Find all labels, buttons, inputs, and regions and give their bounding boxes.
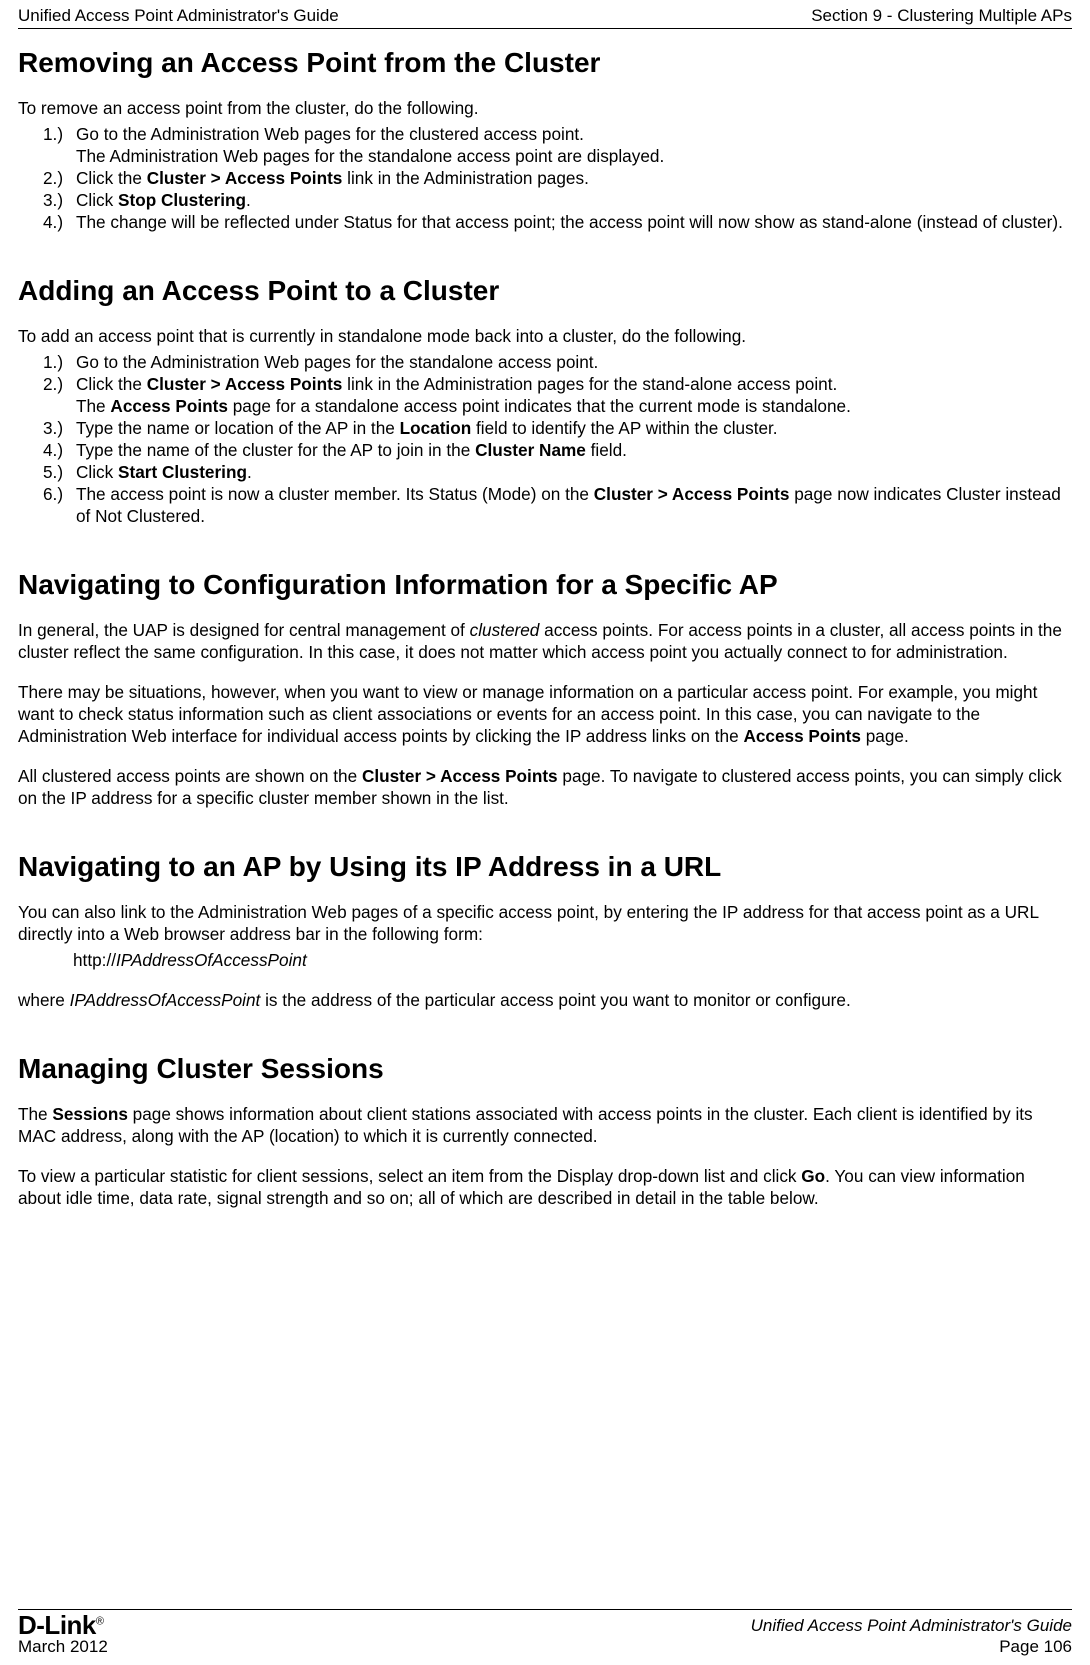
brand-logo: D-Link® [18, 1612, 108, 1638]
step-number: 3.) [43, 189, 76, 211]
navconfig-p3: All clustered access points are shown on… [18, 765, 1072, 809]
adding-step-2-cont: The Access Points page for a standalone … [18, 395, 1072, 417]
step-number: 6.) [43, 483, 76, 505]
step-text: field. [586, 440, 627, 460]
page-content: Removing an Access Point from the Cluste… [18, 29, 1072, 1609]
adding-step-5: 5.)Click Start Clustering. [18, 461, 1072, 483]
step-text: Click [76, 190, 118, 210]
step-bold: Location [400, 418, 472, 438]
removing-step-1: 1.)Go to the Administration Web pages fo… [18, 123, 1072, 145]
step-text: The [76, 396, 110, 416]
step-text: . [247, 462, 252, 482]
step-text: Click the [76, 374, 147, 394]
adding-step-1: 1.)Go to the Administration Web pages fo… [18, 351, 1072, 373]
removing-intro: To remove an access point from the clust… [18, 97, 1072, 119]
brand-text: D-Link [18, 1610, 96, 1640]
body-bold: Go [801, 1166, 825, 1186]
step-bold: Cluster > Access Points [147, 168, 343, 188]
body-text: All clustered access points are shown on… [18, 766, 362, 786]
removing-step-1-cont: The Administration Web pages for the sta… [18, 145, 1072, 167]
step-text: Type the name of the cluster for the AP … [76, 440, 475, 460]
footer-title: Unified Access Point Administrator's Gui… [751, 1615, 1072, 1636]
step-text: . [246, 190, 251, 210]
body-text: page shows information about client stat… [18, 1104, 1033, 1146]
heading-navconfig: Navigating to Configuration Information … [18, 569, 1072, 601]
step-number: 1.) [43, 351, 76, 373]
navip-p1: You can also link to the Administration … [18, 901, 1072, 945]
footer-date: March 2012 [18, 1638, 108, 1657]
url-prefix: http:// [73, 950, 116, 970]
header-right: Section 9 - Clustering Multiple APs [811, 6, 1072, 26]
footer-left: D-Link® March 2012 [18, 1612, 108, 1657]
body-text: is the address of the particular access … [260, 990, 850, 1010]
heading-removing: Removing an Access Point from the Cluste… [18, 47, 1072, 79]
step-text: link in the Administration pages for the… [342, 374, 837, 394]
adding-step-3: 3.)Type the name or location of the AP i… [18, 417, 1072, 439]
step-bold: Access Points [110, 396, 228, 416]
removing-step-4: 4.)The change will be reflected under St… [18, 211, 1072, 233]
sessions-p2: To view a particular statistic for clien… [18, 1165, 1072, 1209]
step-text: page for a standalone access point indic… [228, 396, 851, 416]
step-number: 1.) [43, 123, 76, 145]
step-number: 4.) [43, 439, 76, 461]
navip-p2: where IPAddressOfAccessPoint is the addr… [18, 989, 1072, 1011]
body-bold: Cluster > Access Points [362, 766, 558, 786]
step-number: 4.) [43, 211, 76, 233]
body-bold: Sessions [52, 1104, 127, 1124]
page-footer: D-Link® March 2012 Unified Access Point … [18, 1609, 1072, 1665]
step-number: 2.) [43, 373, 76, 395]
body-text: In general, the UAP is designed for cent… [18, 620, 470, 640]
body-text: The [18, 1104, 52, 1124]
navconfig-p2: There may be situations, however, when y… [18, 681, 1072, 747]
url-variable: IPAddressOfAccessPoint [116, 950, 307, 970]
adding-steps: 1.)Go to the Administration Web pages fo… [18, 351, 1072, 527]
step-text: The change will be reflected under Statu… [76, 212, 1063, 232]
body-text: page. [861, 726, 909, 746]
removing-step-3: 3.)Click Stop Clustering. [18, 189, 1072, 211]
body-text: where [18, 990, 70, 1010]
step-bold: Start Clustering [118, 462, 247, 482]
step-number: 3.) [43, 417, 76, 439]
body-italic: IPAddressOfAccessPoint [70, 990, 261, 1010]
navconfig-p1: In general, the UAP is designed for cent… [18, 619, 1072, 663]
page-header: Unified Access Point Administrator's Gui… [18, 0, 1072, 29]
footer-right: Unified Access Point Administrator's Gui… [751, 1615, 1072, 1658]
step-text: link in the Administration pages. [342, 168, 589, 188]
body-text: To view a particular statistic for clien… [18, 1166, 801, 1186]
adding-intro: To add an access point that is currently… [18, 325, 1072, 347]
adding-step-2: 2.)Click the Cluster > Access Points lin… [18, 373, 1072, 395]
step-bold: Stop Clustering [118, 190, 246, 210]
step-text: Go to the Administration Web pages for t… [76, 352, 598, 372]
navip-url: http://IPAddressOfAccessPoint [18, 949, 1072, 971]
sessions-p1: The Sessions page shows information abou… [18, 1103, 1072, 1147]
body-bold: Access Points [743, 726, 861, 746]
removing-steps: 1.)Go to the Administration Web pages fo… [18, 123, 1072, 233]
step-text: Click the [76, 168, 147, 188]
heading-navip: Navigating to an AP by Using its IP Addr… [18, 851, 1072, 883]
body-italic: clustered [470, 620, 540, 640]
registered-icon: ® [96, 1616, 104, 1628]
step-text: Go to the Administration Web pages for t… [76, 124, 584, 144]
step-bold: Cluster > Access Points [594, 484, 790, 504]
heading-sessions: Managing Cluster Sessions [18, 1053, 1072, 1085]
step-text: Type the name or location of the AP in t… [76, 418, 400, 438]
heading-adding: Adding an Access Point to a Cluster [18, 275, 1072, 307]
step-bold: Cluster > Access Points [147, 374, 343, 394]
step-text: Click [76, 462, 118, 482]
header-left: Unified Access Point Administrator's Gui… [18, 6, 339, 26]
adding-step-6: 6.)The access point is now a cluster mem… [18, 483, 1072, 527]
step-number: 5.) [43, 461, 76, 483]
footer-page-number: Page 106 [751, 1636, 1072, 1657]
adding-step-4: 4.)Type the name of the cluster for the … [18, 439, 1072, 461]
step-text: field to identify the AP within the clus… [471, 418, 777, 438]
step-bold: Cluster Name [475, 440, 586, 460]
step-text: The access point is now a cluster member… [76, 484, 594, 504]
step-number: 2.) [43, 167, 76, 189]
removing-step-2: 2.)Click the Cluster > Access Points lin… [18, 167, 1072, 189]
